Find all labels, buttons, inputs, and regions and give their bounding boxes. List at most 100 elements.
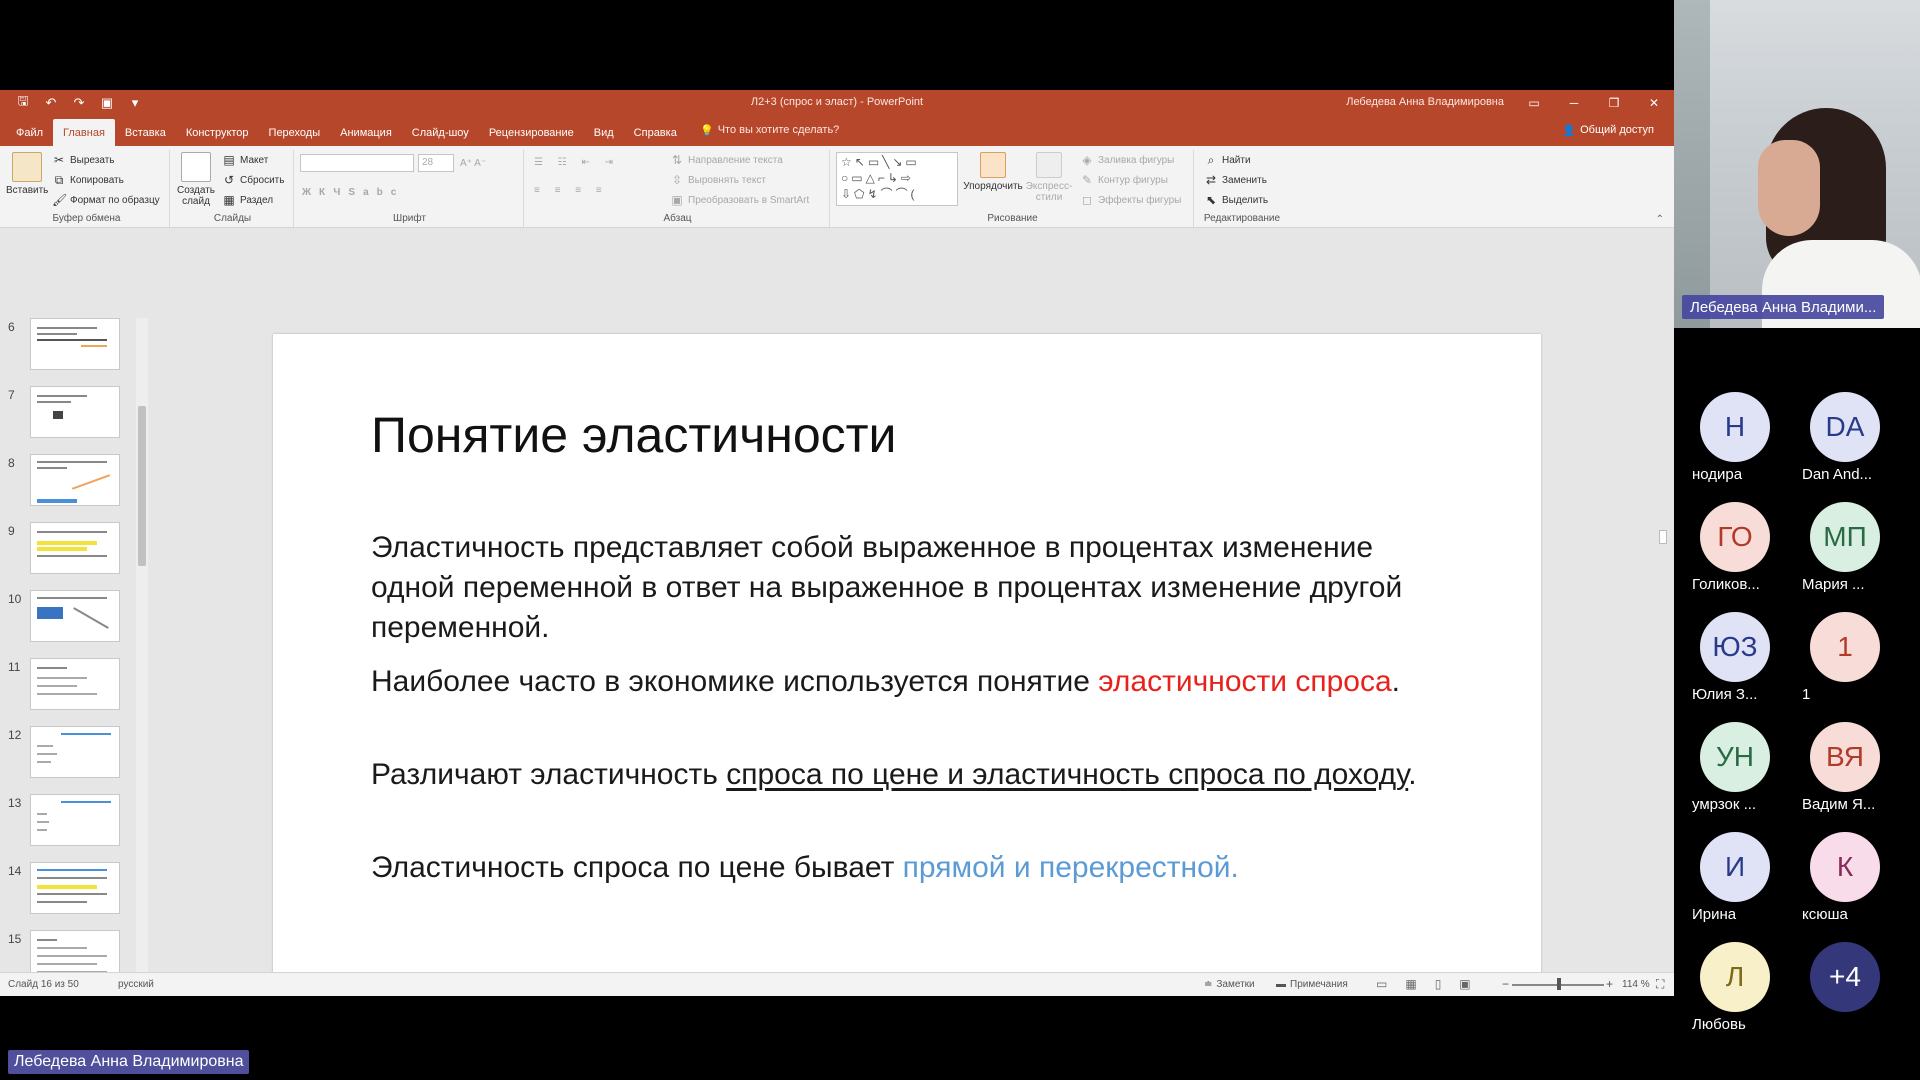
slide-paragraph-2[interactable]: Наиболее часто в экономике используется … (371, 662, 1431, 702)
participant-tile[interactable]: 11 (1788, 598, 1898, 708)
thumbnail-slide-11[interactable]: 11 (0, 658, 140, 726)
slide-scrollbar[interactable] (1656, 318, 1670, 996)
tab-file[interactable]: Файл (6, 119, 53, 146)
tab-animations[interactable]: Анимация (330, 119, 402, 146)
slide-sorter-icon[interactable]: ▦ (1405, 977, 1416, 991)
layout-button[interactable]: ▤ Макет (222, 150, 284, 170)
text-direction-button[interactable]: ⇅ Направление текста (670, 150, 809, 170)
shape-outline-button[interactable]: ✎ Контур фигуры (1080, 170, 1181, 190)
slide-canvas[interactable]: Понятие эластичности Эластичность предст… (273, 334, 1541, 996)
tab-design[interactable]: Конструктор (176, 119, 259, 146)
minimize-button[interactable]: ─ (1554, 90, 1594, 116)
tab-insert[interactable]: Вставка (115, 119, 176, 146)
thumbnails-scroll-thumb[interactable] (138, 406, 146, 566)
slide-paragraph-4[interactable]: Эластичность спроса по цене бывает прямо… (371, 848, 1431, 888)
normal-view-icon[interactable]: ▭ (1376, 977, 1387, 991)
participant-tile[interactable]: МП Мария ... (1788, 488, 1898, 598)
align-buttons[interactable]: ≡ ≡ ≡ ≡ (534, 180, 608, 200)
tab-view[interactable]: Вид (584, 119, 624, 146)
shapes-gallery[interactable]: ☆↖▭╲↘▭ ○▭△⌐↳⇨ ⇩⬠↯⌒⌒( (836, 152, 958, 206)
participant-tile[interactable]: ГО Голиков... (1678, 488, 1788, 598)
close-button[interactable]: ✕ (1634, 90, 1674, 116)
paste-button[interactable]: Вставить (6, 152, 48, 196)
shape-fill-label: Заливка фигуры (1098, 154, 1175, 166)
format-painter-button[interactable]: 🖌 Формат по образцу (52, 190, 160, 210)
restore-button[interactable]: ❐ (1594, 90, 1634, 116)
font-group-label: Шрифт (393, 213, 426, 224)
shape-fill-button[interactable]: ◈ Заливка фигуры (1080, 150, 1181, 170)
slide-paragraph-3[interactable]: Различают эластичность спроса по цене и … (371, 755, 1431, 795)
participant-tile[interactable]: ВЯ Вадим Я... (1788, 708, 1898, 818)
slide-paragraph-1[interactable]: Эластичность представляет собой выраженн… (371, 528, 1431, 648)
more-participants-tile[interactable]: +4 (1788, 928, 1898, 1038)
p2-text: Наиболее часто в экономике используется … (371, 665, 1099, 698)
tab-help[interactable]: Справка (624, 119, 687, 146)
font-name-box[interactable] (300, 154, 414, 172)
comment-icon: ▬ (1276, 979, 1286, 990)
participant-tile[interactable]: Кксюша (1788, 818, 1898, 928)
effects-icon: ◻ (1082, 193, 1092, 207)
participant-tile[interactable]: Л Любовь (1678, 928, 1788, 1038)
participant-tile[interactable]: УН умрзок ... (1678, 708, 1788, 818)
comments-button[interactable]: ▬ Примечания (1276, 979, 1348, 990)
zoom-out-button[interactable]: − (1502, 977, 1509, 991)
replace-button[interactable]: ⇄ Заменить (1204, 170, 1268, 190)
participant-tile[interactable]: Ннодира (1678, 378, 1788, 488)
p3-end: . (1408, 758, 1417, 791)
participant-tile[interactable]: ЮЗ Юлия З... (1678, 598, 1788, 708)
smartart-button[interactable]: ▣ Преобразовать в SmartArt (670, 190, 809, 210)
copy-button[interactable]: ⧉ Копировать (52, 170, 160, 190)
participant-tile[interactable]: DA Dan And... (1788, 378, 1898, 488)
thumbnail-slide-7[interactable]: 7 (0, 386, 140, 454)
zoom-level[interactable]: 114 % (1622, 979, 1650, 990)
find-button[interactable]: ⌕ Найти (1204, 150, 1268, 170)
align-text-button[interactable]: ⇳ Выровнять текст (670, 170, 809, 190)
account-name[interactable]: Лебедева Анна Владимировна (1346, 96, 1504, 108)
thumbnail-number: 10 (8, 592, 22, 606)
thumbnail-slide-6[interactable]: 6 (0, 318, 140, 386)
tab-transitions[interactable]: Переходы (259, 119, 331, 146)
select-button[interactable]: ⬉ Выделить (1204, 190, 1268, 210)
thumbnail-slide-12[interactable]: 12 (0, 726, 140, 794)
arrange-button[interactable]: Упорядочить (962, 152, 1024, 192)
share-button[interactable]: 👤 Общий доступ (1562, 124, 1654, 137)
grow-font-icon[interactable]: A⁺ A⁻ (460, 153, 486, 173)
shape-effects-button[interactable]: ◻ Эффекты фигуры (1080, 190, 1181, 210)
thumbnails-scrollbar[interactable] (136, 318, 148, 996)
new-slide-button[interactable]: Создать слайд (177, 152, 215, 207)
thumbnail-slide-13[interactable]: 13 (0, 794, 140, 862)
collapse-ribbon-icon[interactable]: ⌃ (1656, 214, 1664, 225)
text-direction-icon: ⇅ (671, 153, 683, 167)
thumbnail-number: 6 (8, 320, 15, 334)
font-format-buttons[interactable]: ЖКЧSabc (302, 182, 404, 202)
reading-view-icon[interactable]: ▯ (1435, 977, 1442, 991)
title-bar: 🖫 ↶ ↷ ▣ ▾ Л2+3 (спрос и эласт) - PowerPo… (0, 90, 1674, 116)
font-size-box[interactable]: 28 (418, 154, 454, 172)
thumbnail-slide-8[interactable]: 8 (0, 454, 140, 522)
speaker-video[interactable] (1674, 0, 1920, 328)
fit-to-window-icon[interactable]: ⛶ (1656, 977, 1664, 992)
slideshow-view-icon[interactable]: ▣ (1459, 977, 1470, 991)
participant-tile[interactable]: И Ирина (1678, 818, 1788, 928)
list-buttons[interactable]: ☰ ☷ ⇤ ⇥ (534, 152, 619, 172)
slide-title[interactable]: Понятие эластичности (371, 406, 897, 464)
slide-scroll-thumb[interactable] (1659, 530, 1667, 544)
tab-home[interactable]: Главная (53, 119, 115, 146)
p4-text: Эластичность спроса по цене бывает (371, 851, 903, 884)
language-indicator[interactable]: русский (118, 979, 154, 990)
section-button[interactable]: ▦ Раздел (222, 190, 284, 210)
notes-button[interactable]: ≐ Заметки (1204, 979, 1255, 990)
tell-me-search[interactable]: 💡 Что вы хотите сделать? (700, 124, 839, 137)
tab-slideshow[interactable]: Слайд-шоу (402, 119, 479, 146)
replace-label: Заменить (1222, 174, 1267, 186)
quick-styles-button[interactable]: Экспресс-стили (1026, 152, 1072, 203)
zoom-slider-knob[interactable] (1557, 978, 1561, 990)
reset-button[interactable]: ↺ Сбросить (222, 170, 284, 190)
cut-button[interactable]: ✂ Вырезать (52, 150, 160, 170)
thumbnail-slide-10[interactable]: 10 (0, 590, 140, 658)
thumbnail-slide-9[interactable]: 9 (0, 522, 140, 590)
tab-review[interactable]: Рецензирование (479, 119, 584, 146)
zoom-in-button[interactable]: + (1606, 977, 1613, 991)
ribbon-display-options-icon[interactable]: ▭ (1514, 90, 1554, 116)
thumbnail-slide-14[interactable]: 14 (0, 862, 140, 930)
